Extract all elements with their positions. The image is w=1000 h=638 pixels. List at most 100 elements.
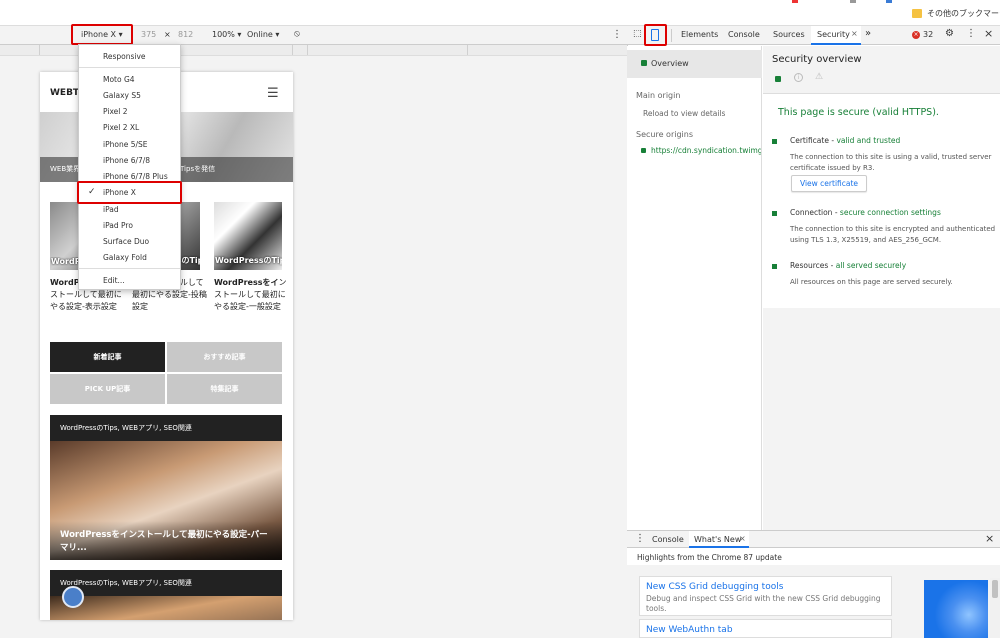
resources-desc: All resources on this page are served se… bbox=[790, 278, 953, 286]
menu-item-edit[interactable]: Edit... bbox=[103, 276, 125, 285]
feature-card[interactable]: New CSS Grid debugging tools Debug and i… bbox=[639, 576, 892, 616]
device-toolbar-toggle-icon[interactable] bbox=[651, 29, 659, 41]
feature-desc: Debug and inspect CSS Grid with the new … bbox=[646, 594, 881, 613]
menu-item-iphone-x[interactable]: iPhone X bbox=[103, 188, 136, 197]
close-icon[interactable]: × bbox=[851, 29, 858, 38]
menu-item-moto-g4[interactable]: Moto G4 bbox=[103, 75, 135, 84]
feature-title[interactable]: New CSS Grid debugging tools bbox=[646, 582, 885, 592]
times-label: × bbox=[164, 30, 171, 39]
divider bbox=[671, 29, 672, 42]
article-image[interactable] bbox=[50, 596, 282, 620]
lock-icon bbox=[641, 60, 647, 66]
tab-sources[interactable]: Sources bbox=[773, 30, 805, 39]
resources-row: Resources - all served securely bbox=[790, 261, 907, 270]
feature-image[interactable] bbox=[924, 580, 988, 638]
inspect-element-icon[interactable]: ⬚ bbox=[633, 29, 642, 39]
more-options-icon[interactable]: ⋮ bbox=[966, 28, 976, 39]
sidebar-item-reload[interactable]: Reload to view details bbox=[643, 109, 725, 118]
highlights-heading: Highlights from the Chrome 87 update bbox=[637, 553, 782, 562]
tab-console[interactable]: Console bbox=[728, 30, 760, 39]
device-select[interactable]: iPhone X ▾ bbox=[81, 30, 123, 39]
article-title[interactable]: WordPressをインストールして最初にやる設定-パーマリ... bbox=[60, 529, 275, 555]
tab-featured[interactable]: 特集記事 bbox=[167, 374, 282, 404]
network-select[interactable]: Online ▾ bbox=[247, 30, 279, 39]
security-sidebar bbox=[627, 46, 762, 530]
device-dropdown: Responsive Moto G4 Galaxy S5 Pixel 2 Pix… bbox=[77, 44, 182, 290]
status-square-icon bbox=[772, 211, 777, 216]
connection-desc: The connection to this site is encrypted… bbox=[790, 225, 996, 244]
security-summary: Security overview i ⚠ bbox=[763, 46, 1000, 94]
divider bbox=[79, 67, 180, 68]
secure-origins-heading: Secure origins bbox=[636, 130, 693, 139]
hamburger-menu-icon[interactable]: ☰ bbox=[267, 86, 279, 101]
bookmark-favicon[interactable] bbox=[792, 0, 798, 3]
error-icon: × bbox=[912, 31, 920, 39]
globe-icon[interactable] bbox=[62, 586, 84, 608]
tab-new-posts[interactable]: 新着記事 bbox=[50, 342, 165, 372]
sidebar-item-origin[interactable]: https://cdn.syndication.twimg.c bbox=[651, 146, 761, 155]
category-bar[interactable]: WordPressのTips, WEBアプリ, SEO関連 bbox=[50, 415, 282, 441]
close-devtools-icon[interactable]: × bbox=[984, 27, 993, 40]
warning-icon[interactable]: ⚠ bbox=[815, 72, 823, 82]
empty-area bbox=[763, 308, 1000, 530]
more-tabs-icon[interactable]: » bbox=[865, 28, 871, 39]
lock-icon[interactable] bbox=[775, 76, 781, 82]
menu-item-responsive[interactable]: Responsive bbox=[103, 52, 146, 61]
tab-recommended[interactable]: おすすめ記事 bbox=[167, 342, 282, 372]
divider bbox=[79, 268, 180, 269]
check-icon: ✓ bbox=[88, 187, 96, 197]
menu-item-galaxy-s5[interactable]: Galaxy S5 bbox=[103, 91, 141, 100]
zoom-select[interactable]: 100% ▾ bbox=[212, 30, 241, 39]
scrollbar[interactable] bbox=[990, 578, 1000, 638]
close-drawer-icon[interactable]: × bbox=[985, 532, 994, 545]
close-icon[interactable]: × bbox=[739, 534, 746, 543]
drawer-menu-icon[interactable]: ⋮ bbox=[635, 533, 645, 544]
bookmarks-bar: その他のブックマーク bbox=[0, 0, 1000, 26]
drawer-tabbar: ⋮ Console What's New × × bbox=[627, 531, 1000, 548]
tab-elements[interactable]: Elements bbox=[681, 30, 718, 39]
drawer-tab-whats-new[interactable]: What's New × bbox=[689, 531, 749, 548]
post-title[interactable]: WordPressをインストールして最初にやる設定-一般設定 bbox=[214, 277, 289, 313]
width-input[interactable]: 375 bbox=[141, 30, 156, 39]
menu-item-surface-duo[interactable]: Surface Duo bbox=[103, 237, 149, 246]
height-input[interactable]: 812 bbox=[178, 30, 193, 39]
status-square-icon bbox=[772, 139, 777, 144]
rotate-icon[interactable]: ⦸ bbox=[294, 29, 300, 39]
site-logo[interactable]: WEBT bbox=[50, 88, 79, 98]
connection-row: Connection - secure connection settings bbox=[790, 208, 941, 217]
tab-pickup[interactable]: PICK UP記事 bbox=[50, 374, 165, 404]
status-square-icon bbox=[772, 264, 777, 269]
feature-card[interactable]: New WebAuthn tab bbox=[639, 619, 892, 638]
error-count[interactable]: 32 bbox=[923, 30, 933, 39]
menu-item-iphone-6-7-8[interactable]: iPhone 6/7/8 bbox=[103, 156, 150, 165]
bookmark-favicon[interactable] bbox=[886, 0, 892, 3]
menu-item-pixel-2-xl[interactable]: Pixel 2 XL bbox=[103, 123, 139, 132]
menu-item-iphone-6-7-8-plus[interactable]: iPhone 6/7/8 Plus bbox=[103, 172, 168, 181]
lock-icon bbox=[641, 148, 646, 153]
category-bar[interactable]: WordPressのTips, WEBアプリ, SEO関連 bbox=[50, 570, 282, 596]
info-icon[interactable]: i bbox=[794, 73, 803, 82]
security-overview-title: Security overview bbox=[772, 54, 862, 65]
menu-item-iphone-5-se[interactable]: iPhone 5/SE bbox=[103, 140, 148, 149]
menu-item-ipad-pro[interactable]: iPad Pro bbox=[103, 221, 133, 230]
settings-gear-icon[interactable]: ⚙ bbox=[945, 28, 954, 39]
post-thumbnail[interactable]: WordPressのTips bbox=[214, 202, 282, 270]
scrollbar-thumb[interactable] bbox=[992, 580, 998, 598]
tab-security[interactable]: Security × bbox=[811, 26, 861, 45]
chevron-down-icon: ▾ bbox=[118, 30, 123, 39]
certificate-row: Certificate - valid and trusted bbox=[790, 136, 901, 145]
main-origin-heading: Main origin bbox=[636, 91, 681, 100]
device-toolbar: iPhone X ▾ 375 × 812 100% ▾ Online ▾ ⦸ ⋮ bbox=[0, 24, 627, 45]
article-image[interactable]: WordPressをインストールして最初にやる設定-パーマリ... bbox=[50, 441, 282, 560]
drawer-tab-console[interactable]: Console bbox=[652, 535, 684, 544]
feature-title[interactable]: New WebAuthn tab bbox=[646, 625, 885, 635]
more-options-icon[interactable]: ⋮ bbox=[612, 29, 622, 40]
sidebar-label: Overview bbox=[651, 59, 689, 68]
menu-item-galaxy-fold[interactable]: Galaxy Fold bbox=[103, 253, 147, 262]
menu-item-pixel-2[interactable]: Pixel 2 bbox=[103, 107, 128, 116]
other-bookmarks-link[interactable]: その他のブックマーク bbox=[927, 8, 1000, 19]
menu-item-ipad[interactable]: iPad bbox=[103, 205, 119, 214]
sidebar-item-overview[interactable]: Overview bbox=[627, 50, 762, 78]
bookmark-favicon[interactable] bbox=[850, 0, 856, 3]
view-certificate-button[interactable]: View certificate bbox=[791, 175, 868, 192]
